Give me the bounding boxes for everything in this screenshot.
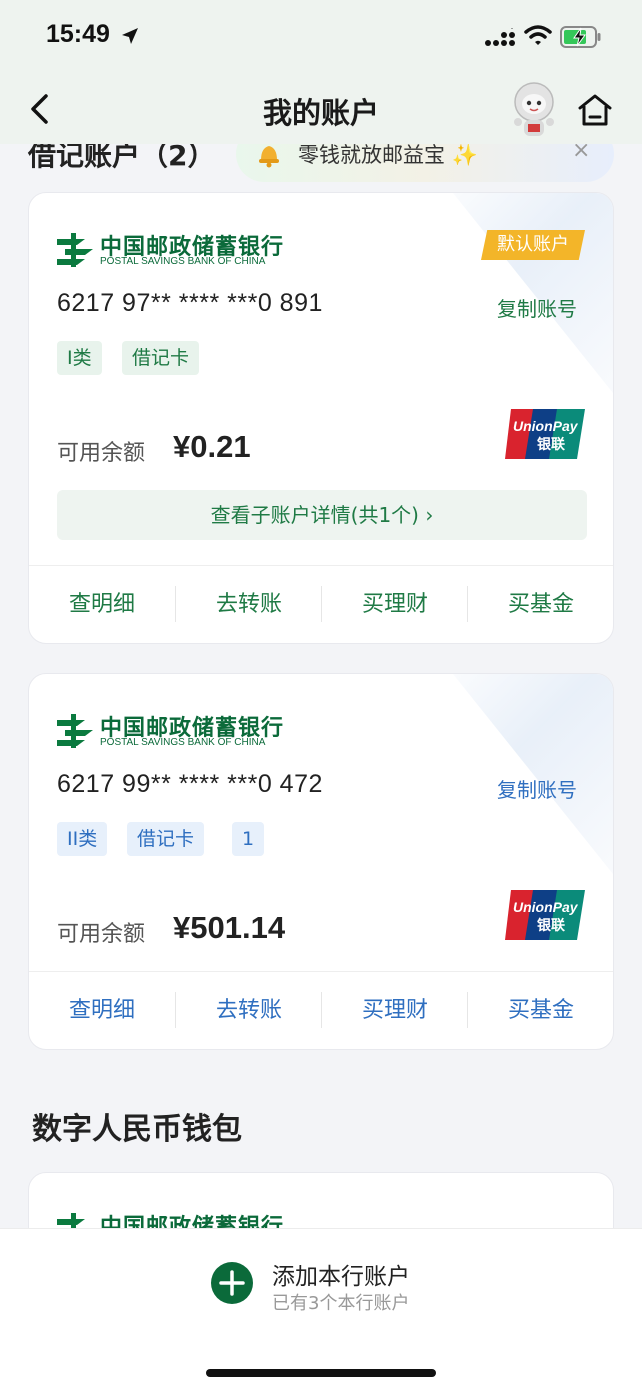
status-bar: 15:49 (0, 0, 642, 72)
home-indicator (206, 1369, 436, 1377)
add-account-button[interactable]: 添加本行账户 (272, 1257, 410, 1291)
balance-label: 可用余额 (57, 922, 146, 947)
transfer-button[interactable]: 去转账 (176, 972, 322, 1049)
tag-class: I类 (57, 341, 102, 375)
digital-wallet-title: 数字人民币钱包 (32, 1112, 242, 1147)
add-circle-icon[interactable] (210, 1261, 254, 1305)
bank-logo: 中国邮政储蓄银行 POSTAL SAVINGS BANK OF CHINA (55, 712, 285, 752)
unionpay-logo-icon: UnionPay 银联 (505, 409, 585, 459)
svg-text:银联: 银联 (537, 917, 566, 934)
transfer-button[interactable]: 去转账 (176, 566, 322, 643)
balance-value: ¥501.14 (173, 910, 286, 945)
status-time: 15:49 (46, 20, 110, 48)
svg-text:UnionPay: UnionPay (513, 899, 579, 915)
balance-value: ¥0.21 (173, 429, 251, 464)
bank-name-en: POSTAL SAVINGS BANK OF CHINA (100, 737, 266, 748)
account-card[interactable]: 中国邮政储蓄银行 POSTAL SAVINGS BANK OF CHINA 62… (28, 673, 614, 1050)
tag-card-type: 借记卡 (122, 341, 200, 375)
view-details-button[interactable]: 查明细 (29, 566, 175, 643)
tag-count: 1 (232, 822, 265, 856)
copy-account-button[interactable]: 复制账号 (497, 774, 577, 803)
svg-text:UnionPay: UnionPay (513, 418, 579, 434)
nav-bar: 我的账户 (0, 72, 642, 144)
card-number: 6217 97** **** ***0 891 (57, 289, 323, 317)
psbc-logo-icon (57, 714, 93, 748)
buy-fund-button[interactable]: 买基金 (468, 972, 613, 1049)
action-row: 查明细 去转账 买理财 买基金 (29, 565, 613, 643)
account-card[interactable]: 中国邮政储蓄银行 POSTAL SAVINGS BANK OF CHINA 默认… (28, 192, 614, 644)
balance-label: 可用余额 (57, 441, 146, 466)
view-details-button[interactable]: 查明细 (29, 972, 175, 1049)
tag-class: II类 (57, 822, 108, 856)
battery-charging-icon (560, 26, 601, 48)
account-count-text: 已有3个本行账户 (272, 1293, 410, 1314)
psbc-logo-icon (57, 233, 93, 267)
bottom-bar: 添加本行账户 已有3个本行账户 (0, 1228, 642, 1389)
cellular-signal-icon (485, 28, 515, 46)
location-arrow-icon (122, 28, 138, 44)
bank-name-en: POSTAL SAVINGS BANK OF CHINA (100, 256, 266, 267)
buy-fund-button[interactable]: 买基金 (468, 566, 613, 643)
default-account-badge: 默认账户 (481, 230, 585, 260)
svg-text:银联: 银联 (537, 436, 566, 453)
card-number: 6217 99** **** ***0 472 (57, 770, 323, 798)
buy-wealth-button[interactable]: 买理财 (322, 566, 468, 643)
action-row: 查明细 去转账 买理财 买基金 (29, 971, 613, 1049)
mascot-icon[interactable] (504, 78, 564, 140)
unionpay-logo-icon: UnionPay 银联 (505, 890, 585, 940)
bell-icon (259, 146, 279, 168)
home-icon[interactable] (576, 92, 614, 128)
buy-wealth-button[interactable]: 买理财 (322, 972, 468, 1049)
bank-logo: 中国邮政储蓄银行 POSTAL SAVINGS BANK OF CHINA (55, 231, 285, 271)
tag-card-type: 借记卡 (127, 822, 205, 856)
wifi-icon (524, 25, 552, 45)
sub-account-details-button[interactable]: 查看子账户详情(共1个) › (57, 490, 587, 540)
copy-account-button[interactable]: 复制账号 (497, 293, 577, 322)
